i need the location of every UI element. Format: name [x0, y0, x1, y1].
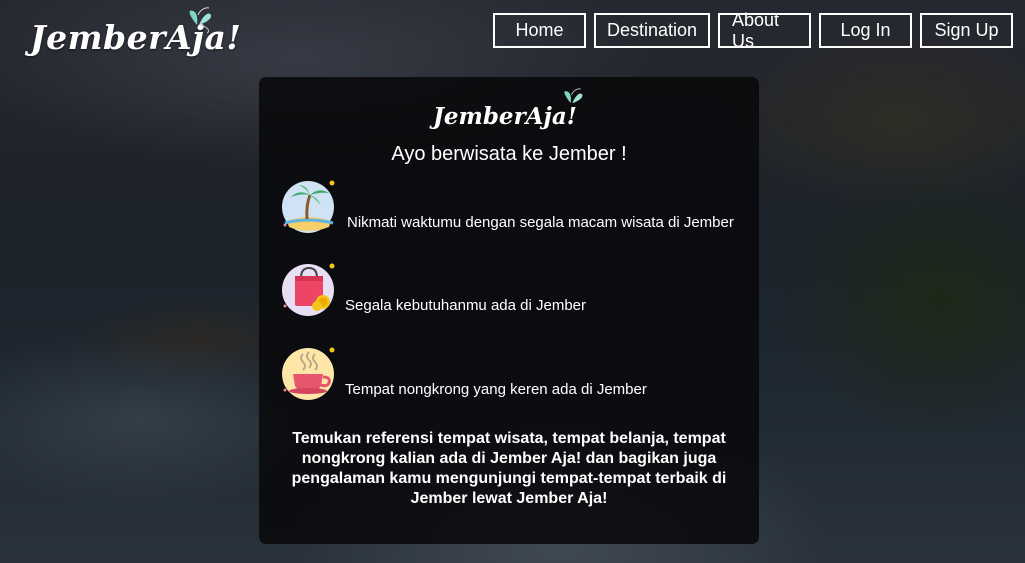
card-title: Ayo berwisata ke Jember ! [391, 143, 627, 165]
nav-destination-button[interactable]: Destination [594, 13, 710, 48]
card-logo-text: JemberAja! [433, 103, 577, 130]
feature-item-tourism: Nikmati waktumu dengan segala macam wisa… [279, 175, 734, 237]
nav-about-button[interactable]: About Us [718, 10, 811, 51]
feature-item-hangout: Tempat nongkrong yang keren ada di Jembe… [279, 342, 647, 404]
card-description: Temukan referensi tempat wisata, tempat … [291, 430, 727, 507]
feature-text: Segala kebutuhanmu ada di Jember [345, 297, 586, 314]
main-nav: Home Destination About Us Log In Sign Up [493, 10, 1013, 51]
butterfly-icon [189, 7, 212, 34]
coffee-cup-icon [282, 347, 335, 400]
nav-login-button[interactable]: Log In [819, 13, 912, 48]
feature-item-shopping: Segala kebutuhanmu ada di Jember [279, 258, 586, 320]
card-butterfly-icon [564, 88, 583, 104]
intro-card: JemberAja! Ayo berwisata ke Jember ! Nik… [259, 77, 759, 544]
feature-text: Tempat nongkrong yang keren ada di Jembe… [345, 381, 647, 398]
feature-text: Nikmati waktumu dengan segala macam wisa… [347, 214, 734, 231]
beach-palm-icon [282, 180, 335, 233]
nav-home-button[interactable]: Home [493, 13, 586, 48]
shopping-bag-icon [282, 263, 335, 316]
nav-signup-button[interactable]: Sign Up [920, 13, 1013, 48]
